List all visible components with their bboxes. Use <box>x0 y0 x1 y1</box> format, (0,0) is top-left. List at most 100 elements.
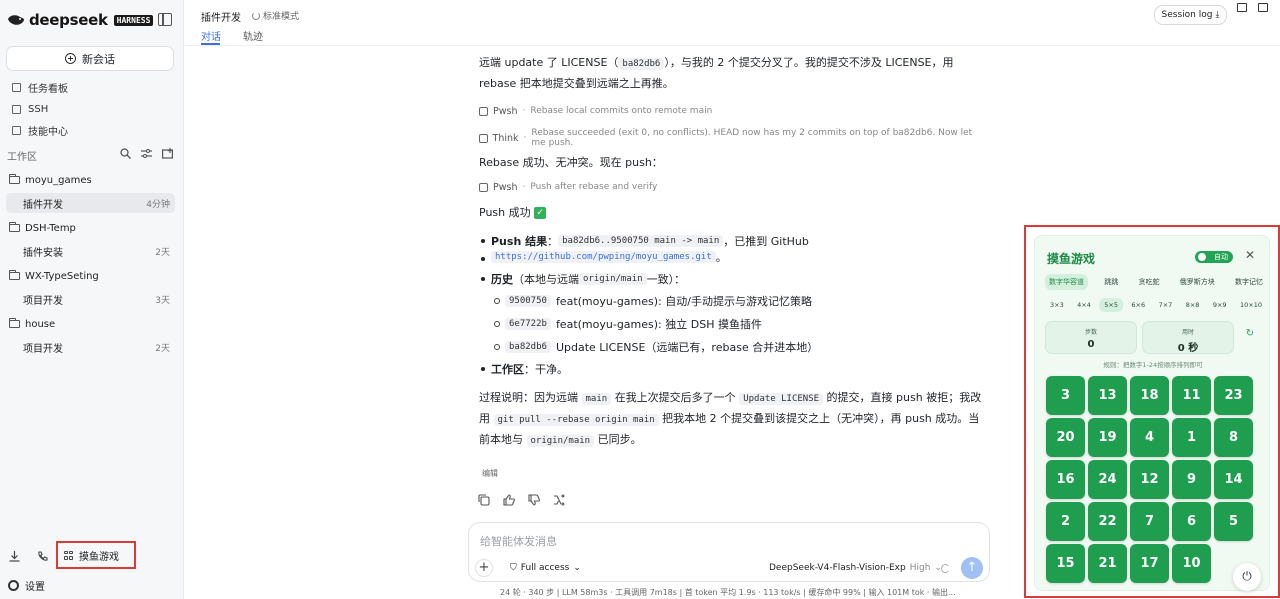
project-moyu-games[interactable]: moyu_games <box>9 173 92 187</box>
puzzle-tile[interactable]: 6 <box>1172 502 1211 541</box>
separator: · <box>523 133 527 143</box>
nav-item-task-board[interactable]: 任务看板 <box>12 79 68 95</box>
mode-indicator[interactable]: 标准模式 <box>252 9 299 22</box>
board-size-option[interactable]: 7×7 <box>1154 298 1178 312</box>
puzzle-tile[interactable]: 18 <box>1130 376 1169 415</box>
text: 远端 update 了 LICENSE（ <box>479 56 619 69</box>
board-size-option[interactable]: 4×4 <box>1072 298 1096 312</box>
puzzle-tile[interactable]: 1 <box>1172 418 1211 457</box>
book-icon <box>12 125 21 135</box>
game-button[interactable]: 摸鱼游戏 <box>56 541 136 569</box>
tab-trajectory[interactable]: 轨迹 <box>243 28 263 43</box>
puzzle-tile[interactable]: 19 <box>1088 418 1127 457</box>
game-tab[interactable]: 贪吃蛇 <box>1135 274 1164 290</box>
session-item[interactable]: 插件安装 2天 <box>6 241 175 261</box>
project-dsh-temp[interactable]: DSH-Temp <box>9 221 76 235</box>
puzzle-tile[interactable]: 2 <box>1046 502 1085 541</box>
phone-icon[interactable] <box>37 550 48 562</box>
inline-code: git pull --rebase origin main <box>493 414 659 426</box>
repo-link[interactable]: https://github.com/pwping/moyu_games.git <box>491 250 716 263</box>
puzzle-tile[interactable]: 7 <box>1130 502 1169 541</box>
add-attachment-button[interactable]: + <box>475 559 493 577</box>
commit-msg: feat(moyu-games): 自动/手动提示与游戏记忆策略 <box>555 294 812 308</box>
think-row[interactable]: Think · Rebase succeeded (exit 0, no con… <box>479 128 984 148</box>
refresh-icon[interactable]: ↻ <box>1243 328 1257 346</box>
puzzle-tile[interactable]: 11 <box>1172 376 1211 415</box>
search-icon[interactable] <box>120 148 131 159</box>
puzzle-tile[interactable]: 12 <box>1130 460 1169 499</box>
puzzle-tile[interactable]: 16 <box>1046 460 1085 499</box>
power-icon[interactable]: ⏻ <box>1233 563 1261 591</box>
session-item[interactable]: 项目开发 2天 <box>6 337 175 357</box>
message-composer[interactable]: 给智能体发消息 + ⛉ Full access ⌄ DeepSeek-V4-Fl… <box>468 522 990 582</box>
board-size-option[interactable]: 5×5 <box>1099 298 1123 312</box>
inline-code: ba82db6 <box>618 58 665 70</box>
download-icon[interactable] <box>9 550 20 562</box>
game-tab[interactable]: 数字记忆 <box>1231 274 1267 290</box>
branch-icon[interactable] <box>553 494 565 506</box>
effort-label: High <box>909 563 931 573</box>
board-size-option[interactable]: 10×10 <box>1235 298 1267 312</box>
puzzle-tile[interactable]: 23 <box>1214 376 1253 415</box>
puzzle-tile[interactable]: 22 <box>1088 502 1127 541</box>
new-folder-icon[interactable] <box>162 148 173 159</box>
board-size-option[interactable]: 6×6 <box>1126 298 1150 312</box>
list-item: 工作区 ：干净。 <box>481 358 984 379</box>
copy-icon[interactable] <box>478 494 490 506</box>
session-log-button[interactable]: Session log ⤓ <box>1154 5 1227 25</box>
project-wx-typeseting[interactable]: WX-TypeSeting <box>9 269 99 283</box>
layout-bottom-icon[interactable] <box>1237 3 1247 12</box>
nav-item-label: SSH <box>28 103 49 115</box>
message-actions <box>478 494 565 506</box>
project-name: WX-TypeSeting <box>25 270 99 282</box>
game-tabs: 数字华容道 跳跳 贪吃蛇 俄罗斯方块 数字记忆 <box>1045 274 1267 290</box>
puzzle-tile[interactable]: 24 <box>1088 460 1127 499</box>
access-selector[interactable]: ⛉ Full access ⌄ <box>510 563 581 573</box>
puzzle-tile[interactable]: 4 <box>1130 418 1169 457</box>
nav-item-ssh[interactable]: SSH <box>12 101 48 117</box>
puzzle-tile[interactable]: 17 <box>1130 544 1169 583</box>
game-tab[interactable]: 跳跳 <box>1100 274 1122 290</box>
puzzle-tile[interactable]: 20 <box>1046 418 1085 457</box>
puzzle-tile[interactable]: 9 <box>1172 460 1211 499</box>
tool-call-row[interactable]: Pwsh · Rebase local commits onto remote … <box>479 104 984 118</box>
folder-icon <box>9 318 20 328</box>
settings-label: 设置 <box>25 582 45 593</box>
game-tab[interactable]: 数字华容道 <box>1045 274 1088 290</box>
project-house[interactable]: house <box>9 317 55 331</box>
collapse-sidebar-icon[interactable] <box>158 13 172 26</box>
game-tab[interactable]: 俄罗斯方块 <box>1176 274 1219 290</box>
edit-tag[interactable]: 编辑 <box>482 468 498 479</box>
session-item[interactable]: 插件开发 4分钟 <box>6 193 175 213</box>
thumbs-down-icon[interactable] <box>528 494 540 506</box>
settings-button[interactable]: 设置 <box>8 578 45 593</box>
puzzle-tile[interactable]: 13 <box>1088 376 1127 415</box>
tab-chat[interactable]: 对话 <box>201 28 221 43</box>
commit-item: ba82db6 Update LICENSE（远端已有，rebase 合并进本地） <box>494 335 984 358</box>
bold-label: 历史 <box>491 272 513 286</box>
puzzle-tile[interactable]: 3 <box>1046 376 1085 415</box>
model-selector[interactable]: DeepSeek-V4-Flash-Vision-Exp High ⌄ <box>769 563 942 573</box>
puzzle-tile[interactable]: 8 <box>1214 418 1253 457</box>
board-size-option[interactable]: 8×8 <box>1181 298 1205 312</box>
close-icon[interactable]: ✕ <box>1245 248 1255 262</box>
auto-toggle[interactable]: 自动 <box>1195 251 1233 263</box>
filter-icon[interactable] <box>141 148 152 159</box>
puzzle-tile[interactable]: 14 <box>1214 460 1253 499</box>
thumbs-up-icon[interactable] <box>503 494 515 506</box>
puzzle-tile[interactable]: 10 <box>1172 544 1211 583</box>
nav-item-skills[interactable]: 技能中心 <box>12 122 68 138</box>
layout-right-icon[interactable] <box>1258 3 1268 12</box>
new-chat-button[interactable]: 新会话 <box>6 46 174 71</box>
puzzle-tile[interactable]: 21 <box>1088 544 1127 583</box>
tool-call-row[interactable]: Pwsh · Push after rebase and verify <box>479 180 984 194</box>
board-size-option[interactable]: 9×9 <box>1208 298 1232 312</box>
puzzle-tile[interactable]: 5 <box>1214 502 1253 541</box>
send-button[interactable]: ↑ <box>961 557 983 579</box>
workspace-header: 工作区 <box>7 148 175 163</box>
board-size-option[interactable]: 3×3 <box>1045 298 1069 312</box>
session-label: 插件开发 <box>23 199 63 211</box>
puzzle-tile[interactable]: 15 <box>1046 544 1085 583</box>
session-item[interactable]: 项目开发 3天 <box>6 289 175 309</box>
message-input-placeholder[interactable]: 给智能体发消息 <box>480 533 557 549</box>
